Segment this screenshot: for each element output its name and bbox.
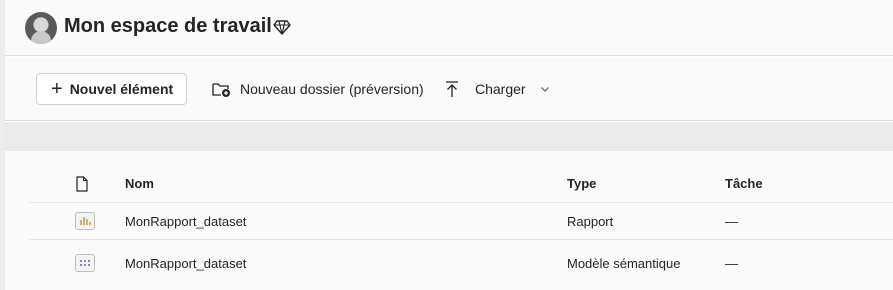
column-header-task[interactable]: Tâche — [725, 165, 763, 202]
item-type: Modèle sémantique — [567, 255, 681, 271]
page-title: Mon espace de travail — [64, 15, 272, 37]
item-task: — — [725, 255, 738, 271]
new-folder-label: Nouveau dossier (préversion) — [240, 81, 424, 97]
chevron-down-icon[interactable] — [540, 85, 550, 93]
items-table-area: Nom Type Tâche MonRapport_dataset Rappor… — [5, 151, 893, 290]
new-item-label: Nouvel élément — [69, 81, 174, 97]
column-header-name[interactable]: Nom — [125, 165, 154, 202]
new-folder-button[interactable]: Nouveau dossier (préversion) — [211, 73, 424, 105]
new-item-button[interactable]: + Nouvel élément — [36, 73, 187, 105]
semantic-model-icon — [75, 240, 95, 286]
items-table: Nom Type Tâche MonRapport_dataset Rappor… — [29, 165, 893, 286]
item-name[interactable]: MonRapport_dataset — [125, 240, 246, 286]
folder-add-icon — [212, 83, 230, 97]
workspace-avatar[interactable] — [25, 12, 57, 44]
upload-icon — [446, 81, 458, 97]
toolbar: + Nouvel élément Nouveau dossier (préver… — [5, 57, 893, 121]
column-header-type[interactable]: Type — [567, 165, 596, 202]
diamond-icon[interactable] — [273, 18, 291, 36]
item-type: Rapport — [567, 213, 614, 229]
upload-label: Charger — [475, 81, 526, 97]
table-header-row: Nom Type Tâche — [29, 165, 893, 203]
table-row[interactable]: MonRapport_dataset Rapport — — [29, 203, 893, 240]
file-icon — [75, 165, 95, 202]
item-name[interactable]: MonRapport_dataset — [125, 203, 246, 239]
item-task: — — [725, 213, 738, 229]
plus-icon: + — [51, 78, 63, 100]
workspace-header: Mon espace de travail — [5, 0, 893, 56]
filter-band — [5, 122, 893, 151]
report-icon — [75, 203, 95, 239]
upload-button[interactable]: Charger — [444, 73, 550, 105]
table-row[interactable]: MonRapport_dataset Modèle sémantique — — [29, 240, 893, 286]
